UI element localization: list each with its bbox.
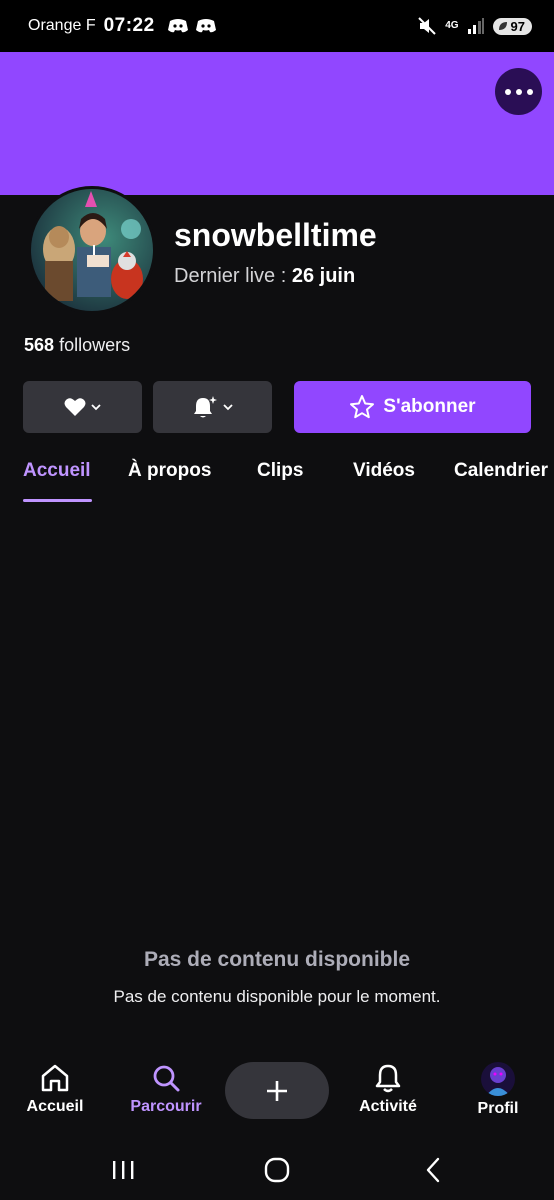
nav-parcourir[interactable]: Parcourir [111, 1062, 221, 1116]
battery-level: 97 [510, 18, 525, 34]
nav-label: Accueil [26, 1098, 84, 1115]
home-icon [41, 1064, 69, 1092]
tab-clips[interactable]: Clips [257, 460, 303, 482]
battery-indicator: 97 [492, 17, 532, 35]
notifications-button[interactable] [153, 381, 272, 433]
bottom-navigation: Accueil Parcourir Activité Profil [0, 1050, 554, 1140]
subscribe-label: S'abonner [383, 396, 476, 417]
dot-icon [526, 88, 533, 95]
clock: 07:22 [103, 15, 155, 36]
nav-label: Profil [477, 1100, 519, 1117]
more-options-button[interactable] [495, 68, 542, 115]
nav-activite[interactable]: Activité [333, 1062, 443, 1116]
bell-icon [375, 1064, 401, 1093]
recent-apps-icon [113, 1161, 134, 1179]
chevron-down-icon [222, 404, 233, 411]
last-live-info: Dernier live : 26 juin [174, 265, 355, 288]
bell-sparkle-icon [193, 396, 217, 418]
heart-icon [64, 398, 85, 416]
battery-leaf-icon [498, 22, 507, 30]
followers-info: 568 followers [24, 335, 130, 356]
carrier-label: Orange F [28, 17, 96, 34]
followers-label: followers [59, 335, 131, 355]
home-circle-icon [264, 1157, 290, 1183]
channel-tabs: Accueil À propos Clips Vidéos Calendrier [0, 450, 554, 504]
tab-videos[interactable]: Vidéos [353, 460, 415, 482]
status-left: Orange F 07:22 [28, 15, 217, 37]
avatar-image [31, 189, 153, 311]
channel-avatar[interactable] [28, 186, 156, 314]
empty-state-subtitle: Pas de contenu disponible pour le moment… [113, 987, 441, 1006]
dot-icon [504, 88, 511, 95]
back-icon [426, 1157, 440, 1183]
discord-icon [167, 19, 188, 33]
tab-a-propos[interactable]: À propos [128, 460, 211, 482]
create-button[interactable] [225, 1062, 329, 1119]
recent-apps-button[interactable] [103, 1152, 143, 1188]
system-navigation-bar [0, 1140, 554, 1200]
last-live-date: 26 juin [291, 265, 356, 287]
tab-accueil[interactable]: Accueil [23, 460, 91, 482]
empty-state-title: Pas de contenu disponible [143, 948, 411, 971]
nav-accueil[interactable]: Accueil [0, 1062, 110, 1116]
chevron-down-icon [90, 404, 101, 411]
tab-calendrier[interactable]: Calendrier [454, 460, 548, 482]
home-system-button[interactable] [257, 1152, 297, 1188]
channel-name: snowbelltime [174, 217, 377, 253]
nav-label: Parcourir [130, 1098, 202, 1115]
nav-label: Activité [359, 1098, 417, 1115]
subscribe-button[interactable]: S'abonner [294, 381, 531, 433]
dot-icon [515, 88, 522, 95]
star-icon [350, 395, 375, 419]
nav-profil[interactable]: Profil [443, 1062, 553, 1118]
mute-icon [418, 17, 436, 35]
followers-count: 568 [24, 335, 55, 355]
discord-icon [195, 19, 216, 33]
signal-icon [467, 18, 484, 34]
profile-avatar [481, 1062, 515, 1096]
plus-icon [267, 1080, 287, 1101]
last-live-label: Dernier live : [174, 265, 287, 287]
notification-icons [167, 18, 217, 34]
follow-button[interactable] [23, 381, 142, 433]
search-icon [153, 1065, 180, 1092]
back-button[interactable] [413, 1152, 453, 1188]
channel-banner [0, 52, 554, 195]
network-type: 4G [445, 20, 459, 31]
status-bar: Orange F 07:22 4G 97 [0, 0, 554, 52]
active-tab-indicator [23, 499, 92, 502]
status-right: 4G 97 [417, 16, 532, 36]
